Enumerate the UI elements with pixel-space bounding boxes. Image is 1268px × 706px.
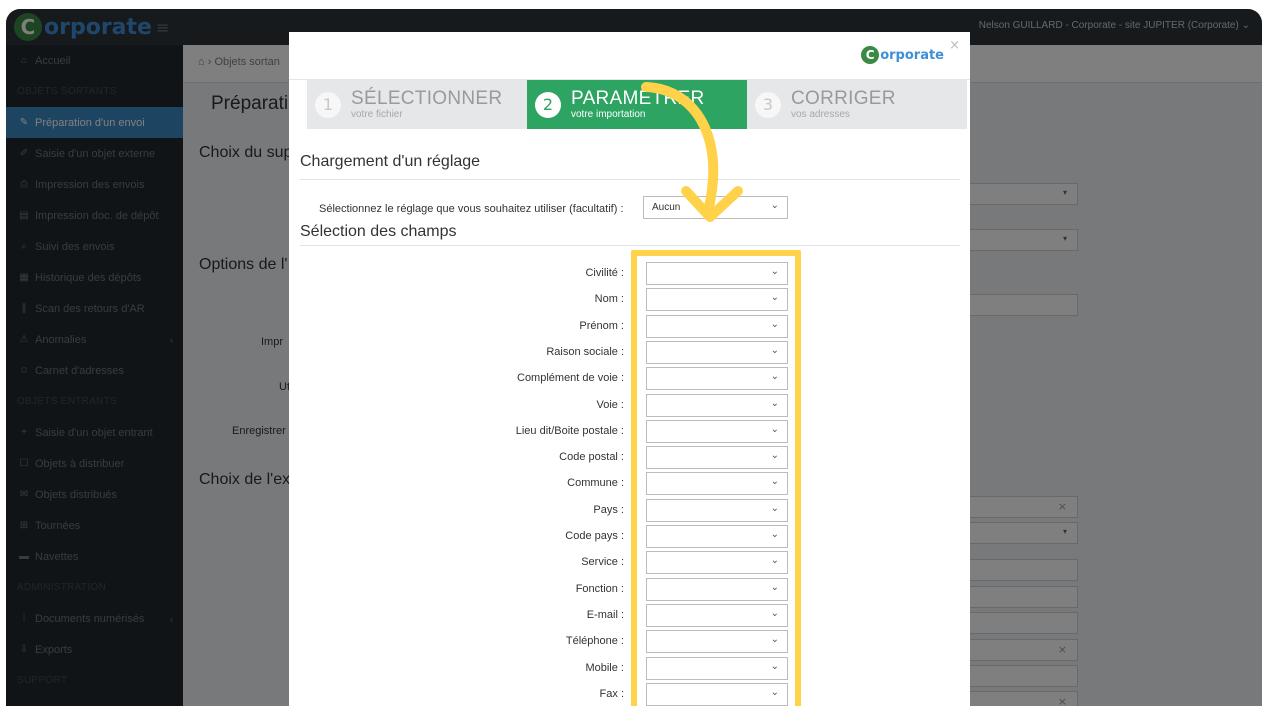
- step-number: 2: [535, 91, 561, 118]
- field-label: Complément de voie :: [517, 372, 624, 385]
- step-title: SÉLECTIONNER: [351, 88, 503, 109]
- modal-logo: C orporate: [861, 46, 944, 64]
- divider: [300, 245, 960, 246]
- step-subtitle: vos adresses: [791, 109, 850, 120]
- field-label: Civilité :: [585, 267, 624, 279]
- logo-text: orporate: [880, 47, 944, 63]
- field-label: Nom :: [594, 293, 624, 306]
- field-label: Lieu dit/Boite postale :: [515, 424, 624, 437]
- reglage-label: Sélectionnez le réglage que vous souhait…: [319, 203, 624, 215]
- field-label: Téléphone :: [565, 635, 624, 648]
- chevron-down-icon: ⌄: [770, 200, 779, 211]
- field-label: Commune :: [567, 477, 624, 490]
- step-title: CORRIGER: [791, 88, 896, 109]
- field-label: Voie :: [596, 398, 624, 411]
- close-icon[interactable]: ×: [949, 38, 960, 53]
- logo-icon: C: [861, 46, 880, 64]
- step-select[interactable]: 1 SÉLECTIONNER votre fichier: [307, 80, 527, 129]
- field-label: Fax :: [599, 687, 624, 700]
- modal-header: C orporate ×: [289, 32, 970, 80]
- field-label: Mobile :: [585, 661, 624, 674]
- fields-heading: Sélection des champs: [300, 223, 457, 240]
- field-label: Raison sociale :: [546, 345, 624, 358]
- field-label: Code pays :: [565, 530, 624, 542]
- app-window: C orporate ≡ Nelson GUILLARD - Corporate…: [6, 9, 1262, 706]
- field-label: E-mail :: [586, 608, 624, 621]
- step-number: 1: [315, 91, 341, 118]
- highlight-box: [631, 250, 801, 706]
- field-label: Pays :: [593, 503, 624, 516]
- step-number: 3: [755, 91, 781, 118]
- field-label: Code postal :: [559, 451, 624, 464]
- field-label: Service :: [581, 556, 624, 569]
- step-subtitle: votre fichier: [351, 109, 403, 120]
- reglage-heading: Chargement d'un réglage: [300, 153, 481, 170]
- field-label: Fonction :: [575, 582, 624, 595]
- field-label: Prénom :: [579, 319, 624, 332]
- annotation-arrow-icon: [641, 82, 743, 222]
- step-correct[interactable]: 3 CORRIGER vos adresses: [747, 80, 967, 129]
